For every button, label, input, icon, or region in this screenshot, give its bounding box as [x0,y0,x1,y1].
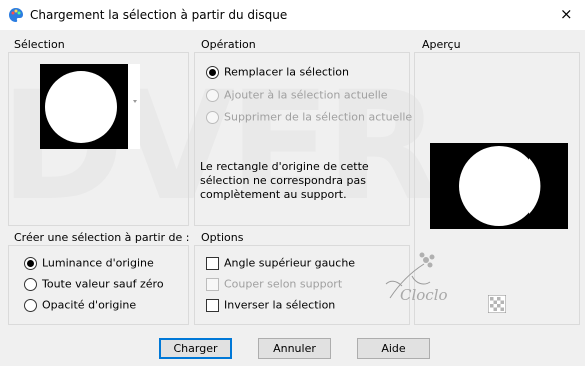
close-icon[interactable]: × [560,5,573,23]
preview-image [430,143,568,229]
checkbox[interactable] [206,277,219,291]
check-invert-selection[interactable]: Inverser la sélection [206,298,335,316]
options-group-title: Options [201,231,244,244]
radio-any-nonzero[interactable]: Toute valeur sauf zéro [24,277,164,295]
radio-button[interactable] [206,65,219,79]
radio-button[interactable] [24,256,37,270]
checkbox[interactable] [206,256,219,270]
create-group-title: Créer une sélection à partir de : [14,231,190,244]
radio-original-luminance[interactable]: Luminance d'origine [24,256,154,274]
radio-subtract-selection[interactable]: Supprimer de la sélection actuelle [206,110,412,128]
radio-add-selection[interactable]: Ajouter à la sélection actuelle [206,88,388,106]
radio-button[interactable] [24,277,37,291]
check-crop-to-canvas[interactable]: Couper selon support [206,277,342,295]
cancel-button[interactable]: Annuler [258,338,331,359]
radio-original-opacity[interactable]: Opacité d'origine [24,298,136,316]
operation-note: Le rectangle d'origine de cette sélectio… [200,160,369,201]
help-button[interactable]: Aide [357,338,430,359]
radio-replace-selection[interactable]: Remplacer la sélection [206,65,349,83]
selection-group-title: Sélection [14,38,65,51]
check-top-left-corner[interactable]: Angle supérieur gauche [206,256,355,274]
preview-group-title: Aperçu [422,38,461,51]
radio-button[interactable] [24,298,37,312]
checkbox[interactable] [206,298,219,312]
paint-palette-icon [9,8,23,22]
transparency-checker-icon[interactable] [488,295,506,313]
radio-button[interactable] [206,88,219,102]
operation-group-title: Opération [201,38,256,51]
radio-button[interactable] [206,110,219,124]
load-button[interactable]: Charger [159,338,232,359]
signature-text: Cloclo [400,286,448,304]
window-title: Chargement la sélection à partir du disq… [30,8,288,22]
selection-thumbnail [40,64,140,149]
